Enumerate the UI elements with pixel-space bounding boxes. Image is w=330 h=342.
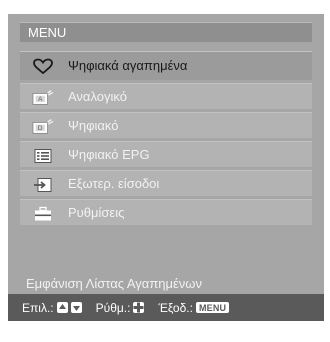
menu-item-label: Ψηφιακό: [68, 118, 119, 133]
menu-item-digital-favorites[interactable]: Ψηφιακά αγαπημένα: [20, 51, 312, 80]
menu-item-label: Ψηφιακό EPG: [68, 147, 150, 162]
select-hint: Επιλ.:: [22, 301, 82, 315]
epg-list-icon: [32, 147, 54, 164]
arrow-down-icon: [70, 302, 82, 313]
menu-item-external-inputs[interactable]: Εξωτερ. είσοδοι: [20, 170, 312, 196]
external-input-icon: [32, 176, 54, 193]
menu-panel: MENU Ψηφιακά αγαπημένα A Αναλογικό D Ψηφ…: [8, 14, 324, 314]
select-label: Επιλ.:: [22, 300, 54, 315]
dpad-icon: [133, 302, 145, 313]
menu-item-settings[interactable]: Ρυθμίσεις: [20, 199, 312, 225]
menu-item-digital[interactable]: D Ψηφιακό: [20, 112, 312, 138]
menu-item-analog[interactable]: A Αναλογικό: [20, 83, 312, 109]
menu-item-label: Αναλογικό: [68, 89, 127, 104]
heart-icon: [32, 58, 54, 75]
menu-item-label: Ψηφιακά αγαπημένα: [68, 58, 188, 73]
svg-text:A: A: [38, 96, 43, 103]
toolbox-icon: [32, 205, 54, 222]
digital-tv-icon: D: [32, 118, 54, 135]
info-text: Εμφάνιση Λίστας Αγαπημένων: [26, 276, 202, 291]
menu-item-label: Ρυθμίσεις: [68, 205, 125, 220]
arrow-up-icon: [56, 302, 68, 313]
menu-items: Ψηφιακά αγαπημένα A Αναλογικό D Ψηφιακό …: [20, 51, 312, 228]
footer-help-bar: Επιλ.: Ρύθμ.: Έξοδ.: MENU: [8, 294, 324, 321]
menu-item-label: Εξωτερ. είσοδοι: [68, 176, 160, 191]
menu-key-badge: MENU: [195, 302, 230, 313]
exit-label: Έξοδ.:: [158, 300, 193, 315]
svg-text:D: D: [38, 125, 43, 132]
analog-tv-icon: A: [32, 89, 54, 106]
menu-item-digital-epg[interactable]: Ψηφιακό EPG: [20, 141, 312, 167]
menu-title: MENU: [20, 22, 312, 42]
adjust-hint: Ρύθμ.:: [96, 301, 145, 315]
adjust-label: Ρύθμ.:: [95, 300, 131, 315]
exit-hint: Έξοδ.: MENU: [158, 300, 230, 315]
